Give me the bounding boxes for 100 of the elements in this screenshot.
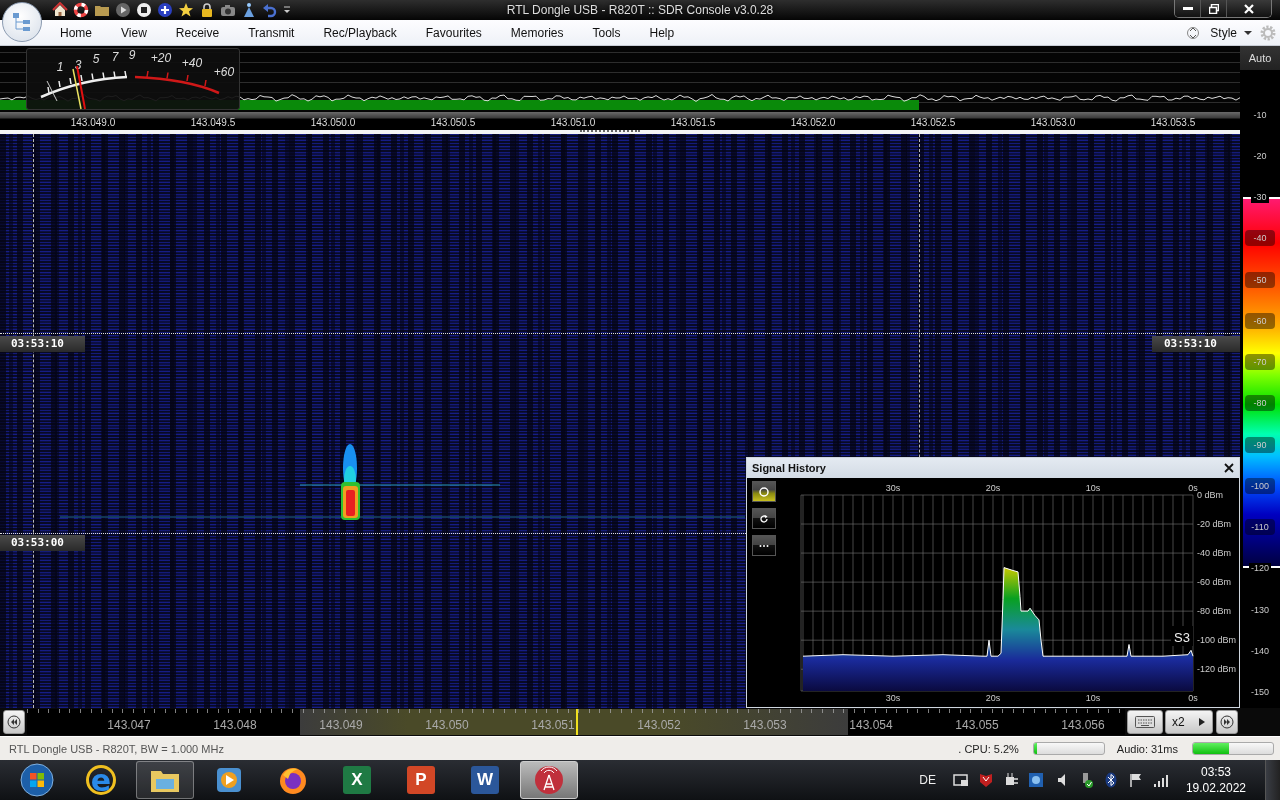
- clock-button[interactable]: 03:53 19.02.2022: [1185, 764, 1246, 796]
- stop-icon[interactable]: [136, 2, 152, 18]
- frequency-label: 143.056: [1061, 718, 1105, 732]
- fast-forward-icon: [1220, 715, 1234, 729]
- frequency-label: 143.053.0: [1029, 117, 1077, 128]
- flag-icon[interactable]: [1127, 772, 1144, 788]
- more-button[interactable]: [752, 535, 776, 556]
- taskbar-button[interactable]: e: [72, 761, 130, 799]
- frequency-label: 143.050.0: [309, 117, 357, 128]
- record-mode-button[interactable]: [752, 481, 776, 502]
- meter-scale-label: 7: [111, 50, 119, 64]
- axis-label: 30s: [885, 483, 901, 493]
- zoom-level: x2: [1172, 715, 1185, 729]
- menu-item[interactable]: Home: [60, 25, 92, 40]
- minimize-button[interactable]: [1175, 0, 1201, 17]
- frequency-label: 143.051: [531, 718, 575, 732]
- lifebuoy-icon[interactable]: [73, 2, 89, 18]
- auto-button[interactable]: Auto: [1240, 46, 1280, 70]
- radio-tower-icon: [534, 765, 564, 795]
- app-tray-icon[interactable]: [1027, 772, 1044, 788]
- frequency-label: 143.050.5: [429, 117, 477, 128]
- scale-label: -90: [1245, 436, 1275, 453]
- close-icon[interactable]: [1224, 463, 1234, 473]
- meter-scale-label: +20: [150, 51, 172, 65]
- add-icon[interactable]: [157, 2, 173, 18]
- frequency-label: 143.052.5: [909, 117, 957, 128]
- menu-item[interactable]: Transmit: [248, 25, 295, 40]
- frequency-label: 143.053: [743, 718, 787, 732]
- scale-label: -130: [1250, 603, 1270, 617]
- play-icon[interactable]: [115, 2, 131, 18]
- maximize-button[interactable]: [1201, 0, 1227, 17]
- scale-label: -50: [1245, 271, 1275, 288]
- frequency-label: 143.049.5: [189, 117, 237, 128]
- axis-label: -40 dBm: [1197, 548, 1231, 559]
- axis-label: 20s: [985, 483, 1001, 493]
- signal-bars-icon[interactable]: [1152, 772, 1169, 788]
- caret-icon: [1198, 718, 1205, 726]
- camera-icon[interactable]: [220, 2, 236, 18]
- tuning-marker[interactable]: [576, 709, 578, 735]
- frequency-label: 143.050: [425, 718, 469, 732]
- close-button[interactable]: [1227, 0, 1271, 17]
- menu-item[interactable]: Help: [649, 25, 675, 40]
- meter-scale-label: +40: [181, 56, 203, 70]
- shield-icon[interactable]: [977, 772, 994, 788]
- frequency-label: 143.053.5: [1149, 117, 1197, 128]
- frequency-bar[interactable]: 143.047 143.048 143.049 143.050 143.051 143.052 143.053 143.054 143.055 143.056: [27, 709, 1125, 735]
- browser-icon: [278, 765, 308, 795]
- axis-label: -80 dBm: [1197, 606, 1231, 617]
- frequency-label: 143.049.0: [69, 117, 117, 128]
- star-icon[interactable]: [178, 2, 194, 18]
- presentation-icon: P: [407, 766, 435, 794]
- refresh-button[interactable]: [752, 508, 776, 529]
- menu-item[interactable]: View: [121, 25, 147, 40]
- home-icon[interactable]: [52, 2, 68, 18]
- scale-label: -30: [1251, 191, 1269, 203]
- zoom-button[interactable]: x2: [1165, 710, 1213, 734]
- menu-item[interactable]: Receive: [175, 25, 220, 40]
- circle-icon: [758, 485, 770, 498]
- tree-icon: [11, 11, 33, 33]
- menu-item[interactable]: Rec/Playback: [323, 25, 397, 40]
- menu-item[interactable]: Favourites: [425, 25, 482, 40]
- time-marker: 03:53:00: [0, 535, 85, 551]
- menu-item[interactable]: Memories: [510, 25, 564, 40]
- window-title: Signal History: [752, 462, 826, 474]
- meter-scale-label: +60: [213, 65, 235, 79]
- taskbar-button[interactable]: W: [456, 761, 514, 799]
- language-indicator[interactable]: DE: [919, 773, 936, 787]
- scale-label: -20: [1252, 149, 1268, 163]
- scale-label: -120: [1249, 562, 1271, 574]
- scroll-left-button[interactable]: [3, 710, 25, 734]
- caret-icon[interactable]: [283, 5, 291, 15]
- scale-label: -40: [1245, 230, 1275, 247]
- time-marker: 03:53:10: [1152, 336, 1240, 352]
- axis-label: 20s: [985, 693, 1001, 703]
- frequency-label: 143.051.0: [549, 117, 597, 128]
- audio-label: Audio: 31ms: [1116, 742, 1178, 755]
- undo-icon[interactable]: [262, 2, 278, 18]
- keyboard-icon: [1135, 716, 1155, 728]
- maximize-icon: [1208, 3, 1219, 14]
- taskbar-button[interactable]: P: [392, 761, 450, 799]
- frequency-label: 143.047: [107, 718, 151, 732]
- caret-icon[interactable]: [1244, 29, 1252, 36]
- style-dropdown[interactable]: Style: [1210, 25, 1237, 40]
- meter-scale-label: 1: [56, 60, 64, 74]
- frequency-label: 143.052.0: [789, 117, 837, 128]
- frequency-label: 143.052: [637, 718, 681, 732]
- clock-date: 19.02.2022: [1185, 780, 1246, 796]
- lock-icon[interactable]: [199, 2, 215, 18]
- menu-item[interactable]: Tools: [592, 25, 621, 40]
- cone-icon[interactable]: [241, 2, 257, 18]
- scroll-right-button[interactable]: [1216, 710, 1238, 734]
- s-unit-reading: S3: [1174, 630, 1190, 645]
- keyboard-button[interactable]: [1127, 710, 1163, 734]
- meter-scale-label: 9: [128, 49, 136, 62]
- axis-label: -120 dBm: [1197, 664, 1237, 675]
- scale-label: -140: [1250, 644, 1270, 658]
- meter-peak-needle: [46, 80, 58, 102]
- scale-label: -10: [1252, 108, 1268, 122]
- screen-icon[interactable]: [952, 772, 969, 788]
- taskbar-button[interactable]: X: [328, 761, 386, 799]
